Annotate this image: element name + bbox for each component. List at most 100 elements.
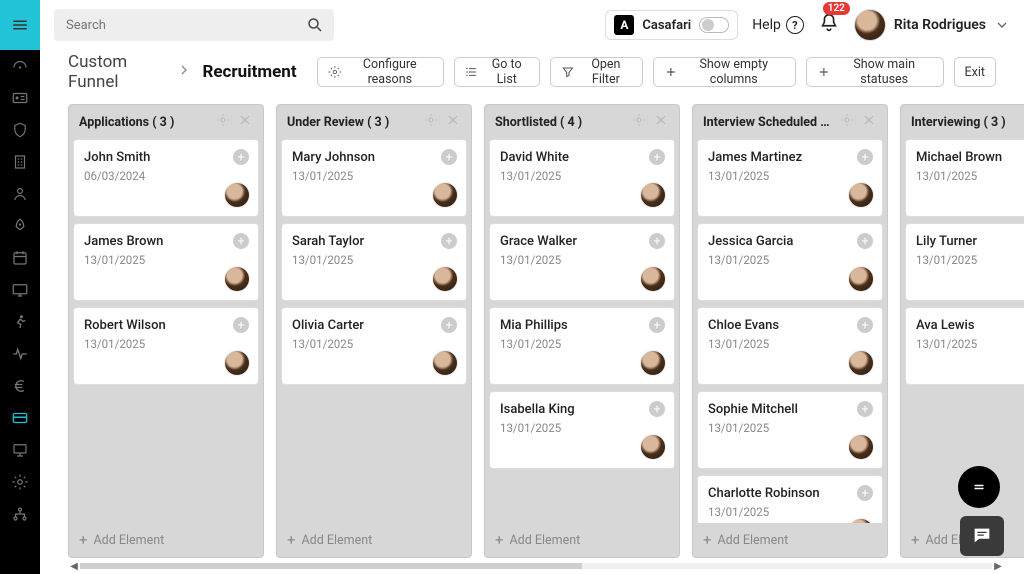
horizontal-scrollbar[interactable]: ◀ ▶ [68,562,1004,570]
column-settings-icon[interactable] [631,112,647,132]
sidebar-item-org[interactable] [0,498,40,530]
topbar: A Casafari Help ? 122 Rita Rodrigues [40,0,1024,50]
org-logo: A [614,15,634,35]
kanban-card[interactable]: Lily Turner13/01/2025+ [905,223,1024,301]
column-body[interactable]: David White13/01/2025+Grace Walker13/01/… [485,139,679,523]
column-close-icon[interactable] [653,112,669,132]
column-close-icon[interactable] [237,112,253,132]
column-settings-icon[interactable] [839,112,855,132]
add-element-button[interactable]: +Add Element [277,523,471,557]
kanban-card[interactable]: Sophie Mitchell13/01/2025+ [697,391,883,469]
scroll-right-icon[interactable]: ▶ [992,561,1004,572]
add-element-button[interactable]: +Add Element [693,523,887,557]
column-close-icon[interactable] [445,112,461,132]
chat-button[interactable] [960,516,1004,556]
card-add-icon[interactable]: + [857,485,873,501]
search-icon[interactable] [306,16,324,38]
card-add-icon[interactable]: + [441,149,457,165]
add-element-button[interactable]: +Add Element [485,523,679,557]
kanban-card[interactable]: Chloe Evans13/01/2025+ [697,307,883,385]
card-date: 13/01/2025 [708,505,872,519]
help-link[interactable]: Help ? [752,16,804,34]
kanban-card[interactable]: James Brown13/01/2025+ [73,223,259,301]
column-settings-icon[interactable] [215,112,231,132]
card-name: Mary Johnson [292,150,456,165]
sidebar-item-monitor[interactable] [0,274,40,306]
column-header[interactable]: Interview Scheduled ( 5 ) [693,105,887,139]
kanban-card[interactable]: Michael Brown13/01/2025+ [905,139,1024,217]
sidebar-item-shield[interactable] [0,114,40,146]
column-body[interactable]: John Smith06/03/2024+James Brown13/01/20… [69,139,263,523]
column-body[interactable]: Mary Johnson13/01/2025+Sarah Taylor13/01… [277,139,471,523]
card-add-icon[interactable]: + [857,317,873,333]
column-body[interactable]: James Martinez13/01/2025+Jessica Garcia1… [693,139,887,523]
kanban-card[interactable]: Charlotte Robinson13/01/2025+ [697,475,883,523]
show-empty-columns-button[interactable]: Show empty columns [653,57,796,87]
configure-reasons-button[interactable]: Configure reasons [317,57,445,87]
card-add-icon[interactable]: + [649,317,665,333]
calendar-icon [11,249,29,267]
card-add-icon[interactable]: + [233,233,249,249]
exit-button[interactable]: Exit [954,57,996,87]
card-add-icon[interactable]: + [649,149,665,165]
sidebar-item-credit-card[interactable] [0,402,40,434]
kanban-card[interactable]: Jessica Garcia13/01/2025+ [697,223,883,301]
card-add-icon[interactable]: + [857,401,873,417]
sidebar-item-activity[interactable] [0,338,40,370]
kanban-card[interactable]: Sarah Taylor13/01/2025+ [281,223,467,301]
kanban-board[interactable]: Applications ( 3 )John Smith06/03/2024+J… [40,94,1024,574]
sidebar-item-dashboard[interactable] [0,50,40,82]
kanban-card[interactable]: Olivia Carter13/01/2025+ [281,307,467,385]
card-add-icon[interactable]: + [441,233,457,249]
card-date: 06/03/2024 [84,169,248,183]
card-add-icon[interactable]: + [441,317,457,333]
notifications-button[interactable]: 122 [818,12,840,38]
card-add-icon[interactable]: + [649,401,665,417]
add-element-button[interactable]: +Add Element [69,523,263,557]
search-input[interactable] [54,9,334,41]
sidebar-item-id-card[interactable] [0,82,40,114]
open-filter-button[interactable]: Open Filter [550,57,642,87]
kanban-card[interactable]: Ava Lewis13/01/2025+ [905,307,1024,385]
quick-action-button[interactable] [958,466,1000,508]
column-body[interactable]: Michael Brown13/01/2025+Lily Turner13/01… [901,139,1024,523]
kanban-card[interactable]: David White13/01/2025+ [489,139,675,217]
column-close-icon[interactable] [861,112,877,132]
sidebar-toggle[interactable] [0,0,40,50]
sidebar-item-presentation[interactable] [0,434,40,466]
user-menu[interactable]: Rita Rodrigues [854,9,1010,41]
sidebar-item-building[interactable] [0,146,40,178]
card-add-icon[interactable]: + [857,149,873,165]
show-main-statuses-button[interactable]: Show main statuses [806,57,943,87]
sidebar-item-euro[interactable] [0,370,40,402]
sidebar-item-running[interactable] [0,306,40,338]
breadcrumb-root[interactable]: Custom Funnel [68,52,166,92]
kanban-card[interactable]: Mary Johnson13/01/2025+ [281,139,467,217]
add-element-label: Add Element [302,533,373,548]
sidebar-item-gear[interactable] [0,466,40,498]
kanban-card[interactable]: Isabella King13/01/2025+ [489,391,675,469]
kanban-card[interactable]: Grace Walker13/01/2025+ [489,223,675,301]
go-to-list-button[interactable]: Go to List [454,57,540,87]
card-add-icon[interactable]: + [233,149,249,165]
sidebar-item-rocket[interactable] [0,210,40,242]
column-header[interactable]: Applications ( 3 ) [69,105,263,139]
kanban-card[interactable]: Mia Phillips13/01/2025+ [489,307,675,385]
org-switcher[interactable]: A Casafari [605,10,738,40]
org-toggle[interactable] [699,17,729,33]
chevron-down-icon [994,17,1010,33]
card-add-icon[interactable]: + [857,233,873,249]
column-header[interactable]: Shortlisted ( 4 ) [485,105,679,139]
column-header[interactable]: Interviewing ( 3 ) [901,105,1024,139]
sidebar-item-calendar[interactable] [0,242,40,274]
column-title: Interviewing ( 3 ) [911,115,1024,130]
kanban-card[interactable]: James Martinez13/01/2025+ [697,139,883,217]
kanban-card[interactable]: Robert Wilson13/01/2025+ [73,307,259,385]
sidebar-item-person[interactable] [0,178,40,210]
column-settings-icon[interactable] [423,112,439,132]
column-header[interactable]: Under Review ( 3 ) [277,105,471,139]
kanban-card[interactable]: John Smith06/03/2024+ [73,139,259,217]
card-add-icon[interactable]: + [233,317,249,333]
card-add-icon[interactable]: + [649,233,665,249]
scroll-left-icon[interactable]: ◀ [68,561,80,572]
